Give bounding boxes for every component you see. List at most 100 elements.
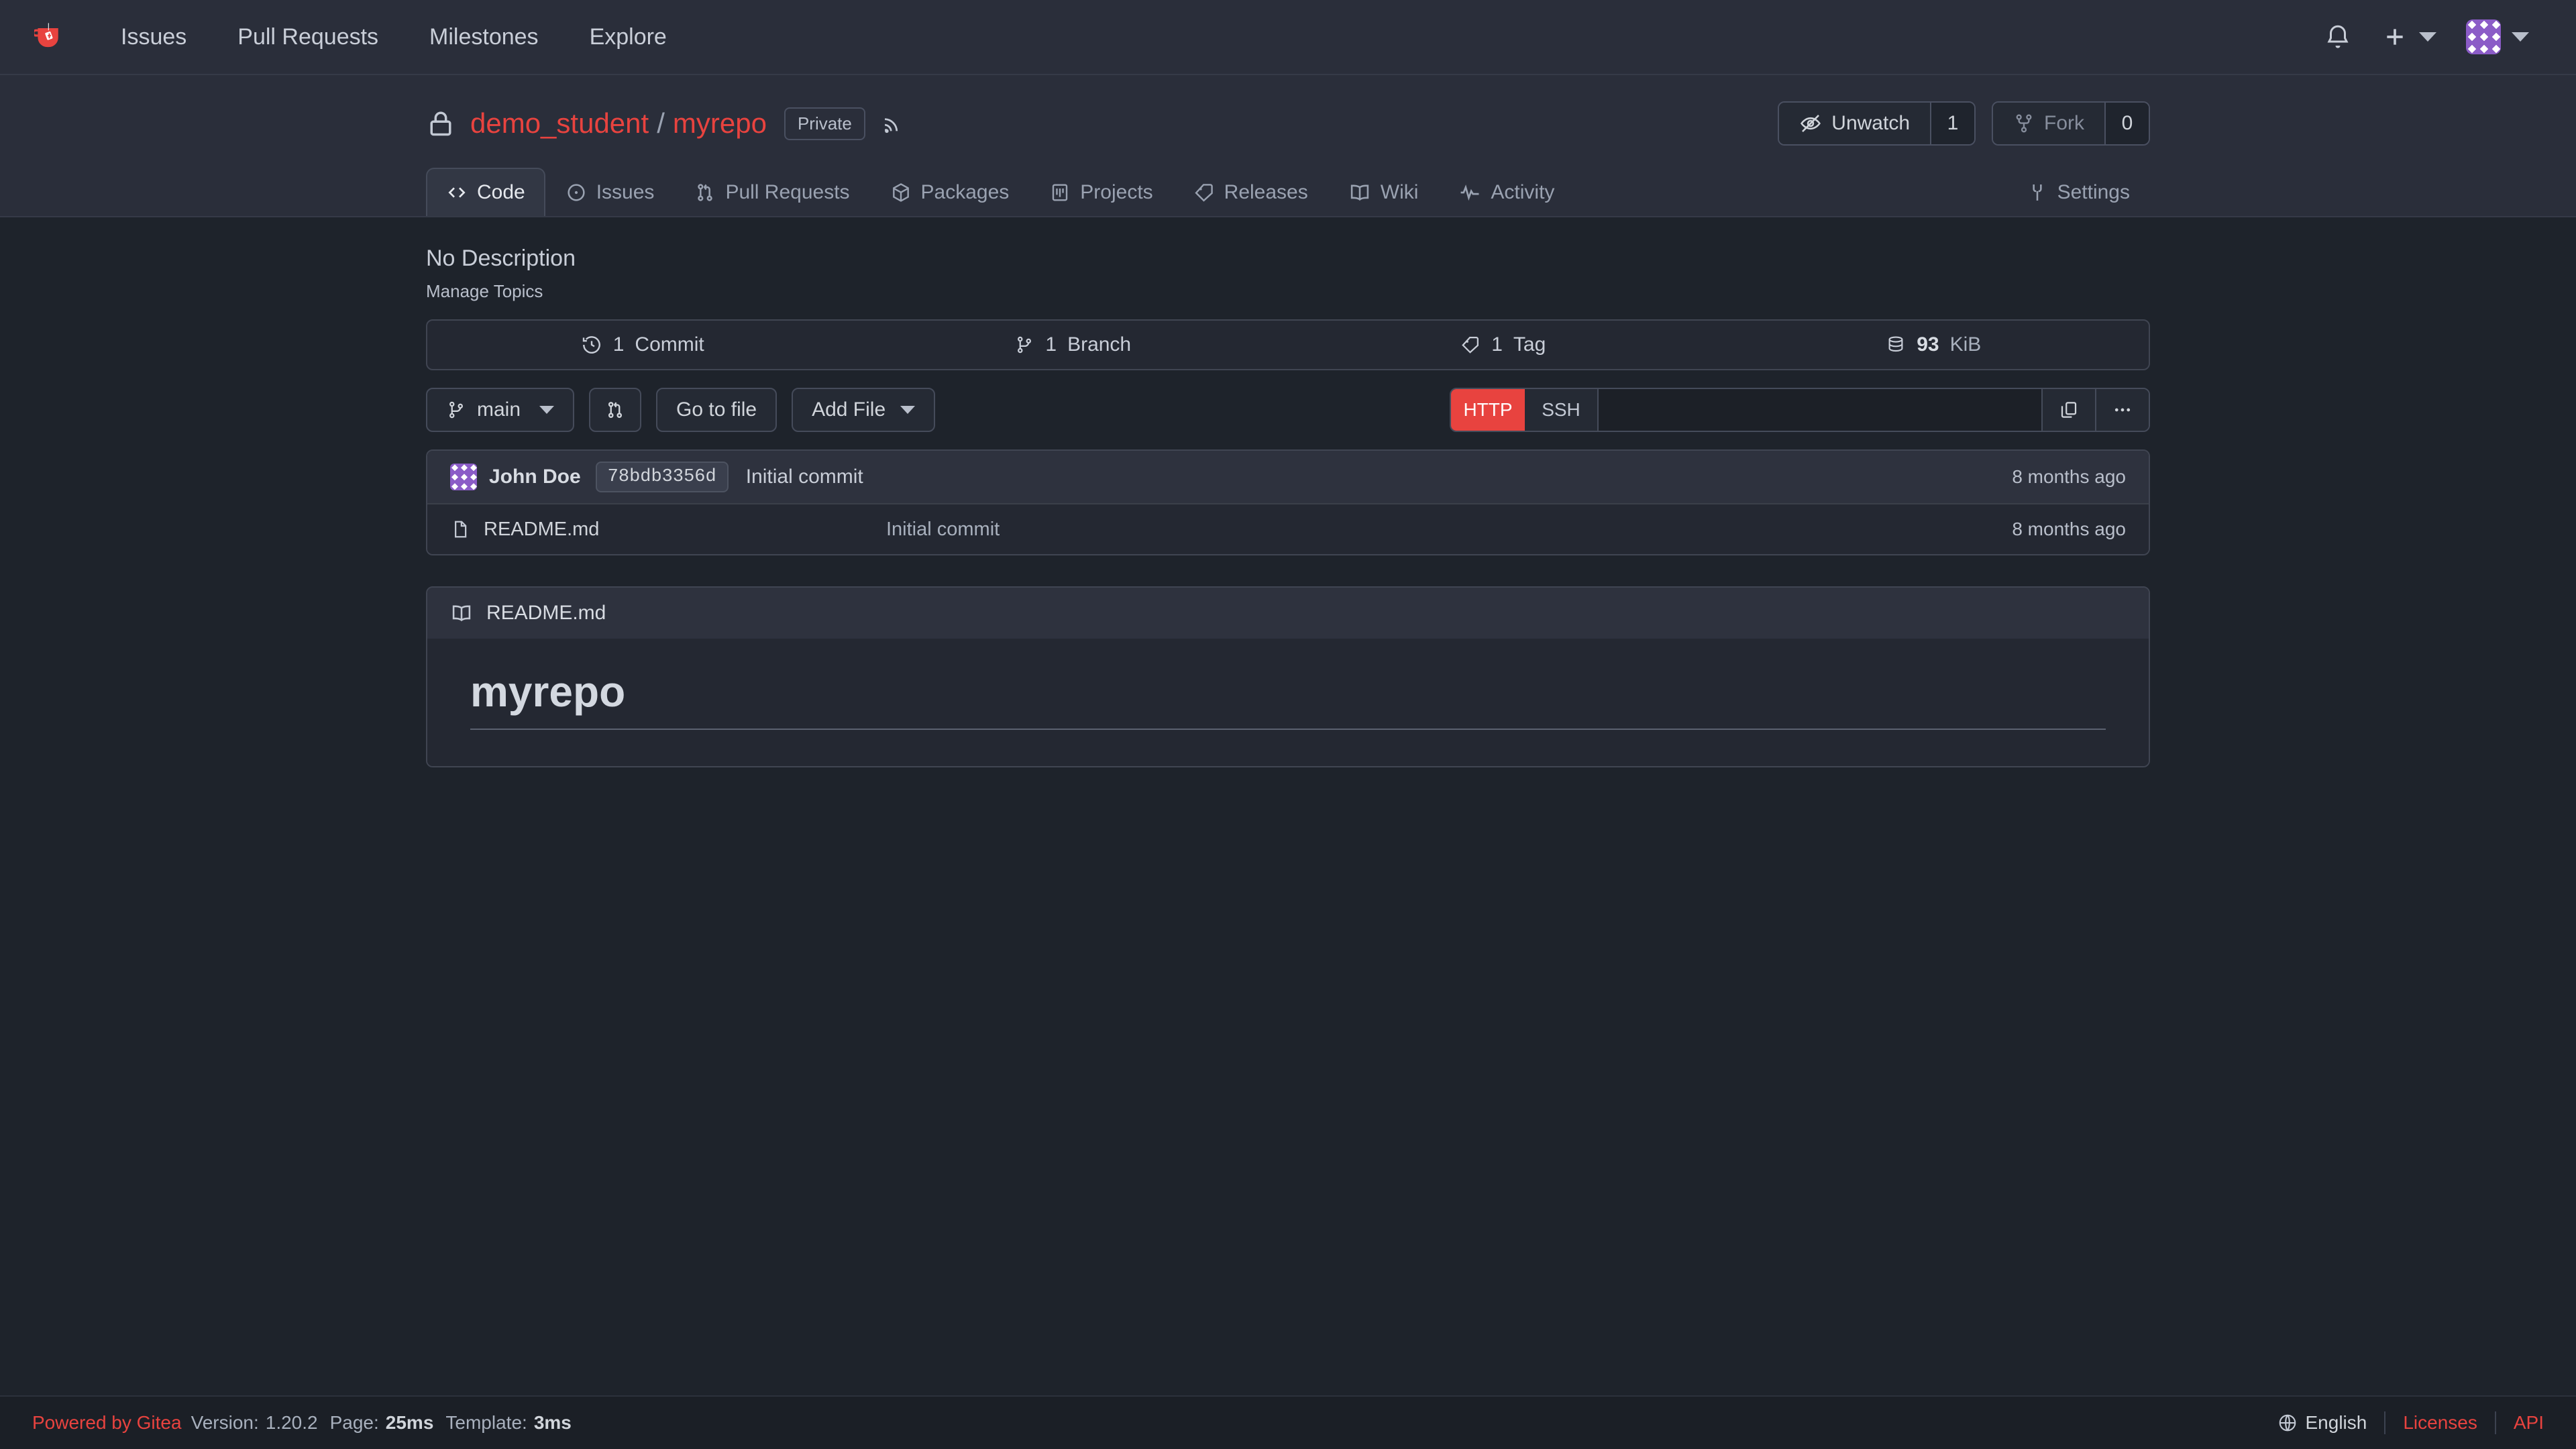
fork-button-group: Fork 0: [1992, 101, 2150, 146]
repo-tab-bar: Code Issues Pull Requests Packages: [426, 168, 2150, 216]
plus-icon[interactable]: [2367, 23, 2451, 50]
readme-title: README.md: [486, 602, 606, 625]
readme-rendered-content: myrepo: [427, 639, 2149, 766]
stat-repo-size-value: 93: [1917, 333, 1939, 356]
branch-selector[interactable]: main: [426, 388, 574, 432]
compare-pull-request-button[interactable]: [589, 388, 641, 432]
copy-icon[interactable]: [2041, 389, 2095, 431]
readme-panel-header: README.md: [427, 588, 2149, 639]
clone-url-input[interactable]: [1599, 389, 2041, 431]
file-name-link[interactable]: README.md: [484, 519, 886, 541]
user-avatar-identicon: [2466, 19, 2501, 54]
tab-activity-label: Activity: [1491, 181, 1554, 204]
add-file-label: Add File: [812, 398, 885, 421]
chevron-down-icon: [2512, 32, 2529, 42]
version-value: 1.20.2: [266, 1412, 318, 1434]
tab-code-label: Code: [477, 181, 525, 204]
api-link[interactable]: API: [2514, 1412, 2544, 1434]
fork-label: Fork: [2044, 112, 2084, 135]
globe-icon: [2277, 1413, 2298, 1433]
primary-nav-links: Issues Pull Requests Milestones Explore: [95, 24, 692, 50]
stat-tags-label: Tag: [1513, 333, 1546, 356]
stat-commits-label: Commit: [635, 333, 704, 356]
stat-tags[interactable]: 1 Tag: [1288, 321, 1719, 369]
kebab-horizontal-icon[interactable]: [2095, 389, 2149, 431]
tab-settings[interactable]: Settings: [2006, 168, 2150, 216]
repo-owner-link[interactable]: demo_student: [470, 107, 649, 140]
stat-repo-size-label: KiB: [1950, 333, 1982, 356]
tab-code[interactable]: Code: [426, 168, 545, 216]
file-listing-table: John Doe 78bdb3356d Initial commit 8 mon…: [426, 449, 2150, 555]
book-icon: [450, 602, 473, 625]
tab-releases-label: Releases: [1224, 181, 1308, 204]
repo-title-row: demo_student / myrepo Private: [426, 98, 2150, 149]
gitea-teacup-logo-icon[interactable]: [32, 17, 71, 56]
tab-issues-label: Issues: [596, 181, 655, 204]
commit-author-name[interactable]: John Doe: [489, 466, 581, 488]
add-file-button[interactable]: Add File: [792, 388, 935, 432]
go-to-file-button[interactable]: Go to file: [656, 388, 777, 432]
go-to-file-label: Go to file: [676, 398, 757, 421]
language-label: English: [2306, 1412, 2367, 1434]
repo-name-link[interactable]: myrepo: [673, 107, 767, 140]
stat-commits[interactable]: 1 Commit: [427, 321, 858, 369]
repo-stats-bar: 1 Commit 1 Branch 1 Tag: [426, 319, 2150, 370]
nav-link-milestones[interactable]: Milestones: [404, 24, 564, 50]
stat-branches-value: 1: [1045, 333, 1057, 356]
commit-author-identicon: [450, 464, 477, 490]
readme-heading: myrepo: [470, 667, 2106, 730]
clone-protocol-http-button[interactable]: HTTP: [1451, 389, 1525, 431]
repo-path-separator: /: [657, 107, 665, 140]
version-label: Version:: [191, 1412, 259, 1434]
tab-packages[interactable]: Packages: [870, 168, 1030, 216]
repo-action-row: main Go to file Add File HTTP SSH: [426, 388, 2150, 432]
file-timestamp: 8 months ago: [2012, 519, 2126, 540]
repo-header: demo_student / myrepo Private: [0, 75, 2576, 217]
unwatch-label: Unwatch: [1831, 112, 1910, 135]
rss-feed-icon[interactable]: [880, 112, 903, 135]
commit-message[interactable]: Initial commit: [746, 466, 863, 488]
branch-selector-label: main: [477, 398, 521, 421]
lock-icon: [426, 109, 455, 138]
tab-releases[interactable]: Releases: [1173, 168, 1328, 216]
bell-icon[interactable]: [2309, 23, 2367, 51]
fork-button[interactable]: Fork: [1993, 103, 2104, 144]
manage-topics-link[interactable]: Manage Topics: [426, 281, 543, 302]
template-time-label: Template:: [445, 1412, 527, 1434]
latest-commit-row: John Doe 78bdb3356d Initial commit 8 mon…: [427, 451, 2149, 503]
repo-description: No Description: [426, 246, 2150, 272]
stat-commits-value: 1: [613, 333, 625, 356]
unwatch-button[interactable]: Unwatch: [1779, 103, 1930, 144]
language-selector[interactable]: English: [2260, 1412, 2385, 1434]
nav-link-issues[interactable]: Issues: [95, 24, 212, 50]
footer-right-links: English Licenses API: [2260, 1411, 2544, 1434]
page-time-value: 25ms: [386, 1412, 434, 1434]
chevron-down-icon: [900, 406, 915, 414]
nav-link-explore[interactable]: Explore: [564, 24, 692, 50]
watch-count[interactable]: 1: [1930, 103, 1974, 144]
tab-activity[interactable]: Activity: [1438, 168, 1574, 216]
nav-link-pull-requests[interactable]: Pull Requests: [212, 24, 404, 50]
api-link-wrap: API: [2496, 1412, 2544, 1434]
powered-by-gitea-link[interactable]: Powered by Gitea: [32, 1412, 182, 1434]
stat-repo-size: 93 KiB: [1719, 321, 2149, 369]
licenses-link-wrap: Licenses: [2385, 1412, 2495, 1434]
fork-count[interactable]: 0: [2104, 103, 2149, 144]
commit-sha-badge[interactable]: 78bdb3356d: [596, 462, 729, 492]
tab-packages-label: Packages: [921, 181, 1010, 204]
chevron-down-icon: [2419, 32, 2436, 42]
licenses-link[interactable]: Licenses: [2403, 1412, 2477, 1434]
tab-pull-requests-label: Pull Requests: [725, 181, 849, 204]
file-commit-message[interactable]: Initial commit: [886, 519, 2012, 541]
tab-projects[interactable]: Projects: [1029, 168, 1173, 216]
repo-actions: Unwatch 1 Fork 0: [1778, 101, 2150, 146]
tab-issues[interactable]: Issues: [545, 168, 675, 216]
avatar[interactable]: [2451, 19, 2544, 54]
tab-wiki[interactable]: Wiki: [1328, 168, 1439, 216]
page-footer: Powered by Gitea Version: 1.20.2 Page: 2…: [0, 1395, 2576, 1449]
tab-pull-requests[interactable]: Pull Requests: [674, 168, 869, 216]
clone-protocol-ssh-button[interactable]: SSH: [1525, 389, 1599, 431]
clone-panel: HTTP SSH: [1450, 388, 2150, 432]
stat-branches[interactable]: 1 Branch: [858, 321, 1289, 369]
table-row: README.md Initial commit 8 months ago: [427, 503, 2149, 554]
